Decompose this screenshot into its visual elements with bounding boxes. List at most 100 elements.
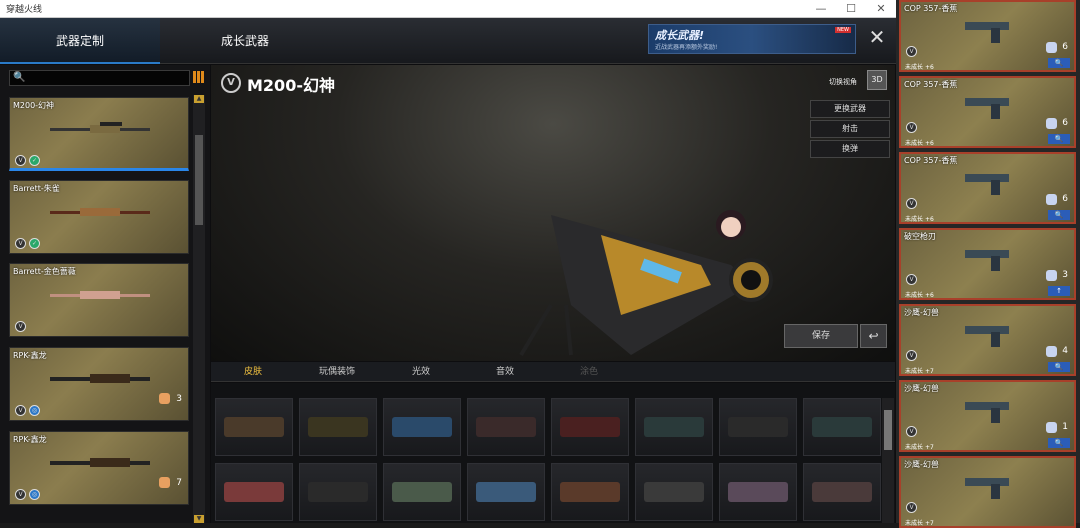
growth-level: 未成长 +6 bbox=[905, 138, 934, 147]
tab-sound-effect[interactable]: 音效 bbox=[465, 362, 545, 382]
growth-weapon-item[interactable]: COP 357-香蕉 V 未成长 +6 6 🔍 bbox=[899, 76, 1076, 148]
green-badge-icon: ✓ bbox=[29, 155, 40, 166]
back-button[interactable]: ↩ bbox=[860, 324, 887, 348]
skin-option[interactable] bbox=[719, 463, 797, 521]
growth-level-value: +6 bbox=[924, 140, 934, 147]
skin-option[interactable] bbox=[215, 463, 293, 521]
view-switch-label: 切换视角 bbox=[829, 78, 857, 86]
pistol-icon bbox=[965, 98, 1009, 119]
tab-growth-weapon[interactable]: 成长武器 bbox=[165, 18, 325, 64]
skin-option[interactable] bbox=[635, 398, 713, 456]
window-title: 穿越火线 bbox=[6, 5, 43, 15]
skin-option[interactable] bbox=[215, 398, 293, 456]
skin-option[interactable] bbox=[803, 398, 881, 456]
skin-preview bbox=[224, 482, 284, 502]
growth-weapon-item[interactable]: COP 357-香蕉 V 未成长 +6 6 🔍 bbox=[899, 0, 1076, 72]
banner-subtitle: 近战武器再添额外奖励! bbox=[655, 44, 718, 51]
skin-preview bbox=[560, 417, 620, 437]
window-titlebar: 穿越火线 — ☐ ✕ bbox=[0, 0, 896, 18]
weapon-list-item[interactable]: RPK-鑫龙 V ◎ 3 bbox=[9, 347, 189, 421]
weapon-list-item[interactable]: RPK-鑫龙 V ◎ 7 bbox=[9, 431, 189, 505]
shoot-button[interactable]: 射击 bbox=[810, 120, 890, 138]
growth-level: 未成长 +6 bbox=[905, 214, 934, 223]
blue-badge-icon: ◎ bbox=[29, 405, 40, 416]
scroll-thumb[interactable] bbox=[884, 410, 892, 450]
tab-doll-decoration[interactable]: 玩偶装饰 bbox=[297, 362, 377, 382]
v-badge-icon: V bbox=[906, 350, 917, 361]
list-scrollbar[interactable]: ▲ ▼ bbox=[193, 95, 205, 523]
owner-avatar-icon bbox=[1046, 42, 1057, 53]
skin-option[interactable] bbox=[383, 398, 461, 456]
weapon-list-item[interactable]: Barrett-朱雀 V ✓ bbox=[9, 180, 189, 254]
blue-badge-icon: ◎ bbox=[29, 489, 40, 500]
skin-preview bbox=[308, 417, 368, 437]
scroll-thumb[interactable] bbox=[195, 135, 203, 225]
growth-level-value: +7 bbox=[924, 444, 934, 451]
weapon-item-name: RPK-鑫龙 bbox=[13, 351, 47, 360]
v-badge-icon: V bbox=[906, 198, 917, 209]
machine-gun-icon bbox=[50, 458, 150, 467]
inspect-button[interactable]: 🔍 bbox=[1048, 210, 1070, 220]
skin-option[interactable] bbox=[551, 398, 629, 456]
skin-preview bbox=[728, 417, 788, 437]
skin-option[interactable] bbox=[467, 463, 545, 521]
skin-option[interactable] bbox=[803, 463, 881, 521]
skin-option[interactable] bbox=[383, 463, 461, 521]
search-icon: 🔍 bbox=[13, 72, 26, 83]
v-logo-icon: V bbox=[221, 73, 241, 93]
item-count: 7 bbox=[176, 478, 182, 488]
grid-view-icon[interactable] bbox=[193, 71, 205, 83]
tab-skin[interactable]: 皮肤 bbox=[213, 362, 293, 382]
growth-level: 未成长 +6 bbox=[905, 290, 934, 299]
tab-weapon-custom[interactable]: 武器定制 bbox=[0, 18, 160, 64]
close-window-icon[interactable]: ✕ bbox=[866, 0, 896, 18]
weapon-list-item[interactable]: M200-幻神 V ✓ bbox=[9, 97, 189, 171]
inspect-button[interactable]: 🔍 bbox=[1048, 134, 1070, 144]
skin-option[interactable] bbox=[635, 463, 713, 521]
scroll-down-icon[interactable]: ▼ bbox=[194, 515, 204, 523]
skin-preview bbox=[560, 482, 620, 502]
growth-weapon-banner[interactable]: 成长武器! 近战武器再添额外奖励! NEW bbox=[648, 24, 856, 54]
owner-avatar-icon bbox=[1046, 118, 1057, 129]
search-input[interactable]: 🔍 bbox=[9, 70, 190, 86]
owner-avatar-icon bbox=[1046, 422, 1057, 433]
close-icon[interactable]: ✕ bbox=[866, 27, 888, 49]
save-button[interactable]: 保存 bbox=[784, 324, 858, 348]
item-count: 3 bbox=[1062, 270, 1068, 280]
skin-option[interactable] bbox=[299, 398, 377, 456]
growth-status: 未成长 bbox=[905, 292, 924, 299]
tab-paint[interactable]: 涂色 bbox=[549, 362, 629, 382]
v-badge-icon: V bbox=[906, 46, 917, 57]
reload-button[interactable]: 换弹 bbox=[810, 140, 890, 158]
inspect-button[interactable]: 🔍 bbox=[1048, 438, 1070, 448]
growth-item-name: 沙鹰-幻兽 bbox=[904, 460, 939, 469]
weapon-list-item[interactable]: Barrett-金色蔷薇 V bbox=[9, 263, 189, 337]
growth-weapon-item[interactable]: 沙鹰-幻兽 V 未成长 +7 1 🔍 bbox=[899, 380, 1076, 452]
growth-weapon-item[interactable]: 沙鹰-幻兽 V 未成长 +7 4 🔍 bbox=[899, 304, 1076, 376]
inspect-button[interactable]: 🔍 bbox=[1048, 362, 1070, 372]
view-switch-button[interactable]: 3D bbox=[867, 70, 887, 90]
skin-scrollbar[interactable] bbox=[882, 398, 894, 523]
inspect-button[interactable]: 🔍 bbox=[1048, 58, 1070, 68]
weapon-title: M200-幻神 bbox=[247, 76, 335, 95]
tab-light-effect[interactable]: 光效 bbox=[381, 362, 461, 382]
skin-option[interactable] bbox=[467, 398, 545, 456]
growth-weapon-item[interactable]: COP 357-香蕉 V 未成长 +6 6 🔍 bbox=[899, 152, 1076, 224]
scroll-up-icon[interactable]: ▲ bbox=[194, 95, 204, 103]
change-weapon-button[interactable]: 更换武器 bbox=[810, 100, 890, 118]
skin-option[interactable] bbox=[299, 463, 377, 521]
pistol-icon bbox=[965, 326, 1009, 347]
inspect-button[interactable]: ↑ bbox=[1048, 286, 1070, 296]
maximize-icon[interactable]: ☐ bbox=[836, 0, 866, 18]
growth-level-value: +7 bbox=[924, 520, 934, 527]
growth-weapon-item[interactable]: 破空枪刃 V 未成长 +6 3 ↑ bbox=[899, 228, 1076, 300]
minimize-icon[interactable]: — bbox=[806, 0, 836, 18]
skin-preview bbox=[644, 482, 704, 502]
skin-option[interactable] bbox=[719, 398, 797, 456]
skin-option[interactable] bbox=[551, 463, 629, 521]
growth-weapon-item[interactable]: 沙鹰-幻兽 V 未成长 +7 bbox=[899, 456, 1076, 528]
growth-status: 未成长 bbox=[905, 368, 924, 375]
weapon-item-name: RPK-鑫龙 bbox=[13, 435, 47, 444]
owner-avatar-icon bbox=[159, 477, 170, 488]
skin-preview bbox=[476, 482, 536, 502]
